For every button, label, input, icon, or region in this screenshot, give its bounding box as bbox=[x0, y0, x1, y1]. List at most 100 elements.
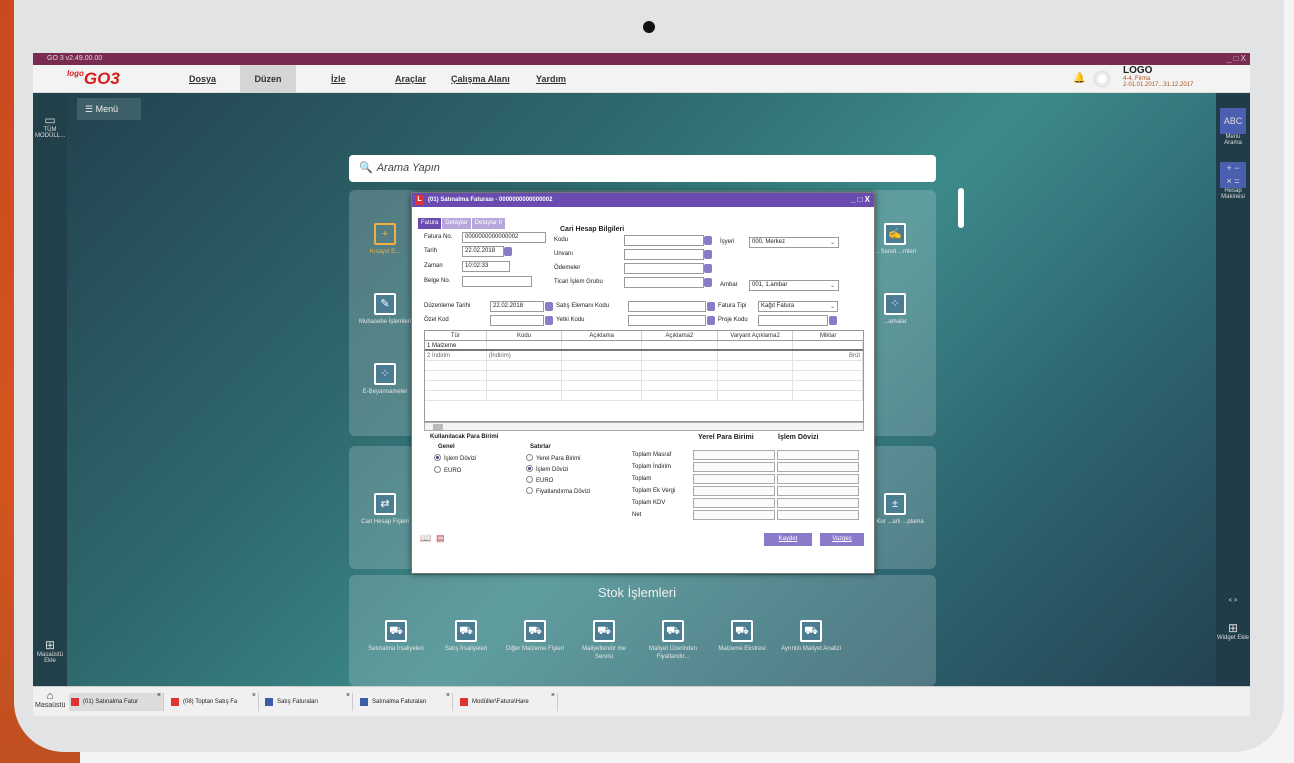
task-modules[interactable]: Modüller\Fatura\Hare × bbox=[458, 692, 558, 711]
radio-satir-euro[interactable]: EURO bbox=[526, 476, 553, 484]
dialog-controls[interactable]: _ □ X bbox=[851, 193, 870, 207]
lookup-icon[interactable] bbox=[704, 264, 712, 273]
col-miktar[interactable]: Miktar bbox=[793, 331, 863, 340]
widget-add-button[interactable]: ⊞ Widget Ekle bbox=[1216, 621, 1250, 641]
tab-detaylar[interactable]: Detaylar bbox=[442, 218, 471, 229]
tile-cost-analysis[interactable]: ⛟ Ayrıntılı Maliyet Analizi bbox=[781, 620, 841, 654]
desktop-add-button[interactable]: ⊞ Masaüstü Ekle bbox=[33, 638, 67, 664]
lookup-icon[interactable] bbox=[707, 302, 715, 311]
menu-button[interactable]: ☰ Menü bbox=[77, 98, 141, 120]
field-ozel-kod[interactable] bbox=[490, 315, 544, 326]
field-proje[interactable] bbox=[758, 315, 828, 326]
calculator-button[interactable]: + − × = Hesap Makinesi bbox=[1216, 162, 1250, 200]
calendar-icon[interactable] bbox=[545, 302, 553, 311]
select-fatura-tipi[interactable]: Kağıt Fatura bbox=[758, 301, 838, 312]
all-modules-button[interactable]: ▭ TÜM MODÜLL... bbox=[33, 113, 67, 139]
satirlar-label: Satırlar bbox=[530, 444, 551, 450]
lookup-icon[interactable] bbox=[829, 316, 837, 325]
table-row[interactable] bbox=[425, 361, 863, 371]
select-ambar[interactable]: 001, 1.ambar bbox=[749, 280, 839, 291]
menu-araclar[interactable]: Araçlar bbox=[395, 65, 426, 93]
radio-satir-fiyat[interactable]: Fiyatlandırma Dövizi bbox=[526, 487, 590, 495]
field-satis-eleman[interactable] bbox=[628, 301, 706, 312]
col-aciklama2[interactable]: Açıklama2 bbox=[642, 331, 718, 340]
field-cari-kodu[interactable] bbox=[624, 235, 704, 246]
task-wholesale[interactable]: (08) Toptan Satış Fa × bbox=[169, 692, 259, 711]
task-purchase-invoices[interactable]: Satınalma Faturaları × bbox=[358, 692, 453, 711]
dashboard-scrollbar[interactable] bbox=[958, 188, 964, 228]
task-purchase-invoice[interactable]: (01) Satınalma Fatur × bbox=[69, 692, 164, 711]
screen: GO 3 v2.49.00.00 _ □ X logoGO3 Dosya Düze… bbox=[33, 53, 1250, 716]
col-aciklama[interactable]: Açıklama bbox=[562, 331, 643, 340]
tile-material-statement[interactable]: ⛟ Malzeme Ekstresi bbox=[712, 620, 772, 654]
search-icon: 🔍 bbox=[359, 162, 373, 174]
field-tarih[interactable]: 22.02.2018 bbox=[462, 246, 504, 257]
label-yetki: Yetki Kodu bbox=[556, 317, 585, 323]
bell-icon[interactable]: 🔔 bbox=[1073, 73, 1085, 84]
col-kodu[interactable]: Kodu bbox=[487, 331, 563, 340]
tab-detaylar-2[interactable]: Detaylar II bbox=[471, 218, 506, 229]
search-input[interactable]: 🔍 Arama Yapın bbox=[349, 155, 936, 182]
calendar-icon[interactable] bbox=[504, 247, 512, 256]
menu-izle[interactable]: İzle bbox=[331, 65, 346, 93]
radio-genel-euro[interactable]: EURO bbox=[434, 466, 461, 474]
scroll-thumb[interactable] bbox=[433, 424, 443, 430]
purchase-invoice-dialog: L (01) Satınalma Faturası - 0000000000000… bbox=[411, 192, 875, 574]
col-tur[interactable]: Tür bbox=[425, 331, 487, 340]
radio-satir-yerel[interactable]: Yerel Para Birimi bbox=[526, 454, 580, 462]
lookup-icon[interactable] bbox=[545, 316, 553, 325]
grid-horizontal-scrollbar[interactable] bbox=[424, 422, 864, 431]
table-row[interactable] bbox=[425, 391, 863, 401]
menu-calisma-alani[interactable]: Çalışma Alanı bbox=[451, 65, 510, 93]
lookup-icon[interactable] bbox=[704, 278, 712, 287]
field-odemeler[interactable] bbox=[624, 263, 704, 274]
book-icon[interactable]: 📖 bbox=[420, 533, 431, 544]
tile-sales-waybills[interactable]: ⛟ Satış İrsaliyeleri bbox=[436, 620, 496, 654]
document-icon[interactable]: ▤ bbox=[436, 533, 445, 544]
menu-duzen[interactable]: Düzen bbox=[240, 65, 296, 93]
lookup-icon[interactable] bbox=[704, 250, 712, 259]
tile-shortcut[interactable]: + Kısayol E... bbox=[355, 223, 415, 257]
table-row[interactable]: 2 İndirim (İndirim) Brüt bbox=[425, 351, 863, 361]
table-row[interactable] bbox=[425, 371, 863, 381]
radio-genel-islem[interactable]: İşlem Dövizi bbox=[434, 454, 476, 462]
lookup-icon[interactable] bbox=[704, 236, 712, 245]
cart-icon: ⛟ bbox=[662, 620, 684, 642]
lookup-icon[interactable] bbox=[707, 316, 715, 325]
menu-search-button[interactable]: ABC Menu Arama bbox=[1216, 108, 1250, 146]
widget-nav[interactable]: < > bbox=[1216, 598, 1250, 604]
menu-yardim[interactable]: Yardım bbox=[536, 65, 566, 93]
col-varyant[interactable]: Varyant Açıklama2 bbox=[718, 331, 794, 340]
table-row[interactable] bbox=[425, 381, 863, 391]
radio-satir-islem[interactable]: İşlem Dövizi bbox=[526, 465, 568, 473]
items-grid: Tür Kodu Açıklama Açıklama2 Varyant Açık… bbox=[424, 330, 864, 422]
tile-costing-service[interactable]: ⛟ Maliyetlendir me Servisi bbox=[574, 620, 634, 662]
field-zaman[interactable]: 10:02:33 bbox=[462, 261, 510, 272]
tile-accounting[interactable]: ✎ Muhasebe İşlemleri bbox=[355, 293, 415, 327]
tab-fatura[interactable]: Fatura bbox=[418, 218, 442, 229]
tile-purchase-waybills[interactable]: ⛟ Satınalma İrsaliyeleri bbox=[366, 620, 426, 654]
menu-dosya[interactable]: Dosya bbox=[189, 65, 216, 93]
tile-cost-pricing[interactable]: ⛟ Maliyet Üzerinden Fiyatlandır... bbox=[643, 620, 703, 662]
tile-other-material[interactable]: ⛟ Diğer Malzeme Fişleri bbox=[505, 620, 565, 654]
tile-current-account[interactable]: ⇄ Cari Hesap Fişleri bbox=[355, 493, 415, 527]
cart-icon: ⛟ bbox=[455, 620, 477, 642]
field-duzenleme[interactable]: 22.02.2018 bbox=[490, 301, 544, 312]
task-sales-invoices[interactable]: Satış Faturaları × bbox=[263, 692, 353, 711]
tile-e-declarations[interactable]: ⁘ E-Beyannameler bbox=[355, 363, 415, 397]
window-controls[interactable]: _ □ X bbox=[1227, 53, 1246, 65]
field-fatura-no[interactable]: 0000000000000002 bbox=[462, 232, 546, 243]
edit-icon: ✍ bbox=[884, 223, 906, 245]
label-odemeler: Ödemeler bbox=[554, 265, 581, 271]
cancel-button[interactable]: Vazgeç bbox=[820, 533, 864, 546]
save-button[interactable]: Kaydet bbox=[764, 533, 812, 546]
field-ticari[interactable] bbox=[624, 277, 704, 288]
select-isyeri[interactable]: 000, Merkez bbox=[749, 237, 839, 248]
field-yetki[interactable] bbox=[628, 315, 706, 326]
user-avatar[interactable] bbox=[1095, 72, 1109, 86]
field-unvani[interactable] bbox=[624, 249, 704, 260]
abc-search-icon: ABC bbox=[1220, 108, 1246, 134]
field-belge-no[interactable] bbox=[462, 276, 532, 287]
home-button[interactable]: ⌂ Masaüstü bbox=[35, 690, 65, 709]
table-row[interactable]: 1 Malzeme bbox=[425, 341, 863, 351]
